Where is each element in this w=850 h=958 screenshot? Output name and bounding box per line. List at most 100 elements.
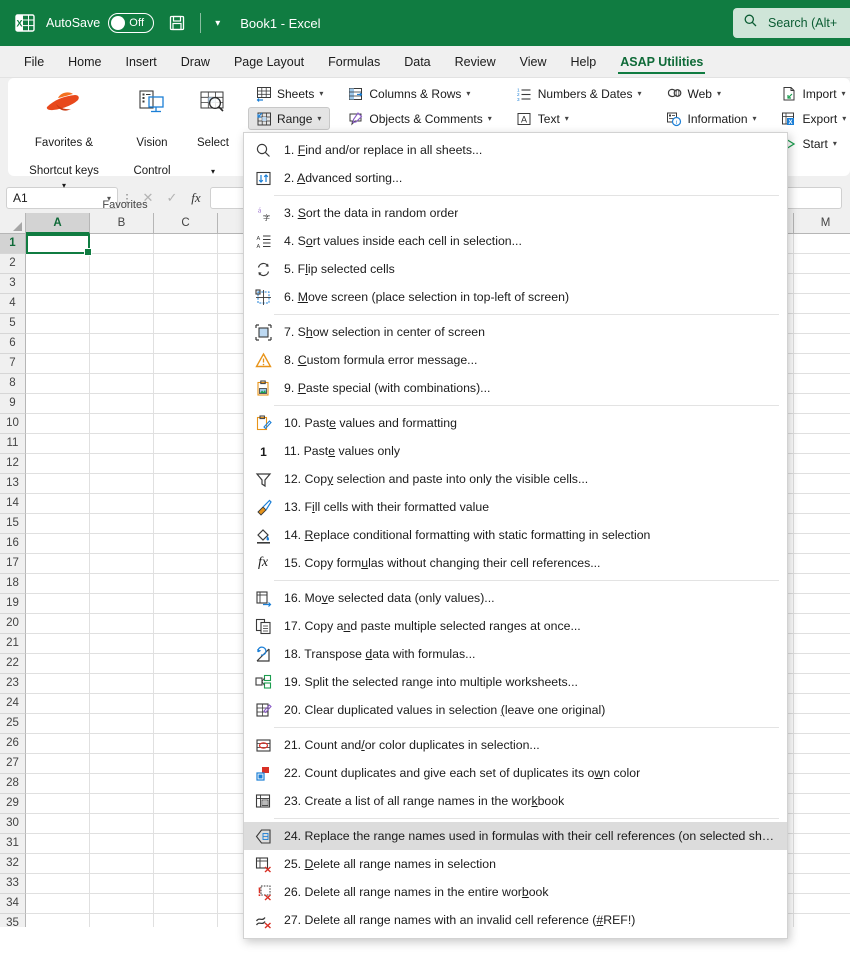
row-header-22[interactable]: 22 (0, 654, 26, 674)
cell-A11[interactable] (26, 434, 90, 454)
cell-B16[interactable] (90, 534, 154, 554)
cell-B10[interactable] (90, 414, 154, 434)
cell-M6[interactable] (794, 334, 850, 354)
menu-item-23[interactable]: 23. Create a list of all range names in … (244, 787, 787, 815)
row-header-34[interactable]: 34 (0, 894, 26, 914)
cell-A12[interactable] (26, 454, 90, 474)
cell-A21[interactable] (26, 634, 90, 654)
cell-A16[interactable] (26, 534, 90, 554)
row-header-15[interactable]: 15 (0, 514, 26, 534)
row-header-1[interactable]: 1 (0, 234, 26, 254)
cell-B23[interactable] (90, 674, 154, 694)
cell-M35[interactable] (794, 914, 850, 927)
cell-B29[interactable] (90, 794, 154, 814)
cell-A24[interactable] (26, 694, 90, 714)
cell-A5[interactable] (26, 314, 90, 334)
cell-B22[interactable] (90, 654, 154, 674)
menu-item-8[interactable]: 8. Custom formula error message... (244, 346, 787, 374)
menu-item-3[interactable]: á 字 3. Sort the data in random order (244, 199, 787, 227)
cell-A30[interactable] (26, 814, 90, 834)
row-header-31[interactable]: 31 (0, 834, 26, 854)
cell-C4[interactable] (154, 294, 218, 314)
cell-A26[interactable] (26, 734, 90, 754)
cell-C30[interactable] (154, 814, 218, 834)
chevron-down-icon[interactable]: ▾ (215, 18, 220, 29)
cell-B1[interactable] (90, 234, 154, 254)
cell-C21[interactable] (154, 634, 218, 654)
cell-C10[interactable] (154, 414, 218, 434)
column-header-M[interactable]: M (794, 213, 850, 234)
row-header-10[interactable]: 10 (0, 414, 26, 434)
autosave-toggle[interactable]: Off (108, 13, 155, 33)
column-header-A[interactable]: A (26, 213, 90, 234)
cell-B9[interactable] (90, 394, 154, 414)
cell-A23[interactable] (26, 674, 90, 694)
tab-draw[interactable]: Draw (169, 46, 222, 77)
cell-C32[interactable] (154, 854, 218, 874)
cell-C17[interactable] (154, 554, 218, 574)
cell-M25[interactable] (794, 714, 850, 734)
cell-C34[interactable] (154, 894, 218, 914)
cell-B8[interactable] (90, 374, 154, 394)
cell-M1[interactable] (794, 234, 850, 254)
cell-M28[interactable] (794, 774, 850, 794)
cell-A25[interactable] (26, 714, 90, 734)
cell-B24[interactable] (90, 694, 154, 714)
row-header-18[interactable]: 18 (0, 574, 26, 594)
cell-A22[interactable] (26, 654, 90, 674)
cell-C31[interactable] (154, 834, 218, 854)
cell-A2[interactable] (26, 254, 90, 274)
cell-B6[interactable] (90, 334, 154, 354)
cell-C24[interactable] (154, 694, 218, 714)
cell-A7[interactable] (26, 354, 90, 374)
cell-B20[interactable] (90, 614, 154, 634)
cell-B27[interactable] (90, 754, 154, 774)
cell-B11[interactable] (90, 434, 154, 454)
tab-page-layout[interactable]: Page Layout (222, 46, 316, 77)
cell-M22[interactable] (794, 654, 850, 674)
row-header-17[interactable]: 17 (0, 554, 26, 574)
cell-B4[interactable] (90, 294, 154, 314)
cell-B14[interactable] (90, 494, 154, 514)
cell-B33[interactable] (90, 874, 154, 894)
menu-item-6[interactable]: 6. Move screen (place selection in top-l… (244, 283, 787, 311)
row-header-9[interactable]: 9 (0, 394, 26, 414)
cell-C19[interactable] (154, 594, 218, 614)
row-header-2[interactable]: 2 (0, 254, 26, 274)
cell-C16[interactable] (154, 534, 218, 554)
cell-B15[interactable] (90, 514, 154, 534)
cell-C22[interactable] (154, 654, 218, 674)
menu-item-20[interactable]: 20. Clear duplicated values in selection… (244, 696, 787, 724)
cell-C26[interactable] (154, 734, 218, 754)
column-header-B[interactable]: B (90, 213, 154, 234)
cell-A35[interactable] (26, 914, 90, 927)
row-header-33[interactable]: 33 (0, 874, 26, 894)
cell-B13[interactable] (90, 474, 154, 494)
text-button[interactable]: A Text ▾ (509, 107, 649, 130)
cell-C6[interactable] (154, 334, 218, 354)
menu-item-25[interactable]: 25. Delete all range names in selection (244, 850, 787, 878)
cell-M24[interactable] (794, 694, 850, 714)
menu-item-12[interactable]: 12. Copy selection and paste into only t… (244, 465, 787, 493)
cell-A13[interactable] (26, 474, 90, 494)
cell-B2[interactable] (90, 254, 154, 274)
row-header-21[interactable]: 21 (0, 634, 26, 654)
row-header-19[interactable]: 19 (0, 594, 26, 614)
cell-A9[interactable] (26, 394, 90, 414)
cell-A17[interactable] (26, 554, 90, 574)
row-header-14[interactable]: 14 (0, 494, 26, 514)
favorites-shortcut-keys-button[interactable]: Favorites & Shortcut keys ▾ (8, 82, 120, 197)
cell-M4[interactable] (794, 294, 850, 314)
row-header-7[interactable]: 7 (0, 354, 26, 374)
cell-M12[interactable] (794, 454, 850, 474)
row-header-5[interactable]: 5 (0, 314, 26, 334)
cell-M31[interactable] (794, 834, 850, 854)
column-header-C[interactable]: C (154, 213, 218, 234)
numbers-dates-button[interactable]: 1 2 3 Numbers & Dates ▾ (509, 82, 649, 105)
menu-item-2[interactable]: 2. Advanced sorting... (244, 164, 787, 192)
cell-M7[interactable] (794, 354, 850, 374)
cell-C25[interactable] (154, 714, 218, 734)
menu-item-5[interactable]: 5. Flip selected cells (244, 255, 787, 283)
cell-B26[interactable] (90, 734, 154, 754)
cell-C8[interactable] (154, 374, 218, 394)
